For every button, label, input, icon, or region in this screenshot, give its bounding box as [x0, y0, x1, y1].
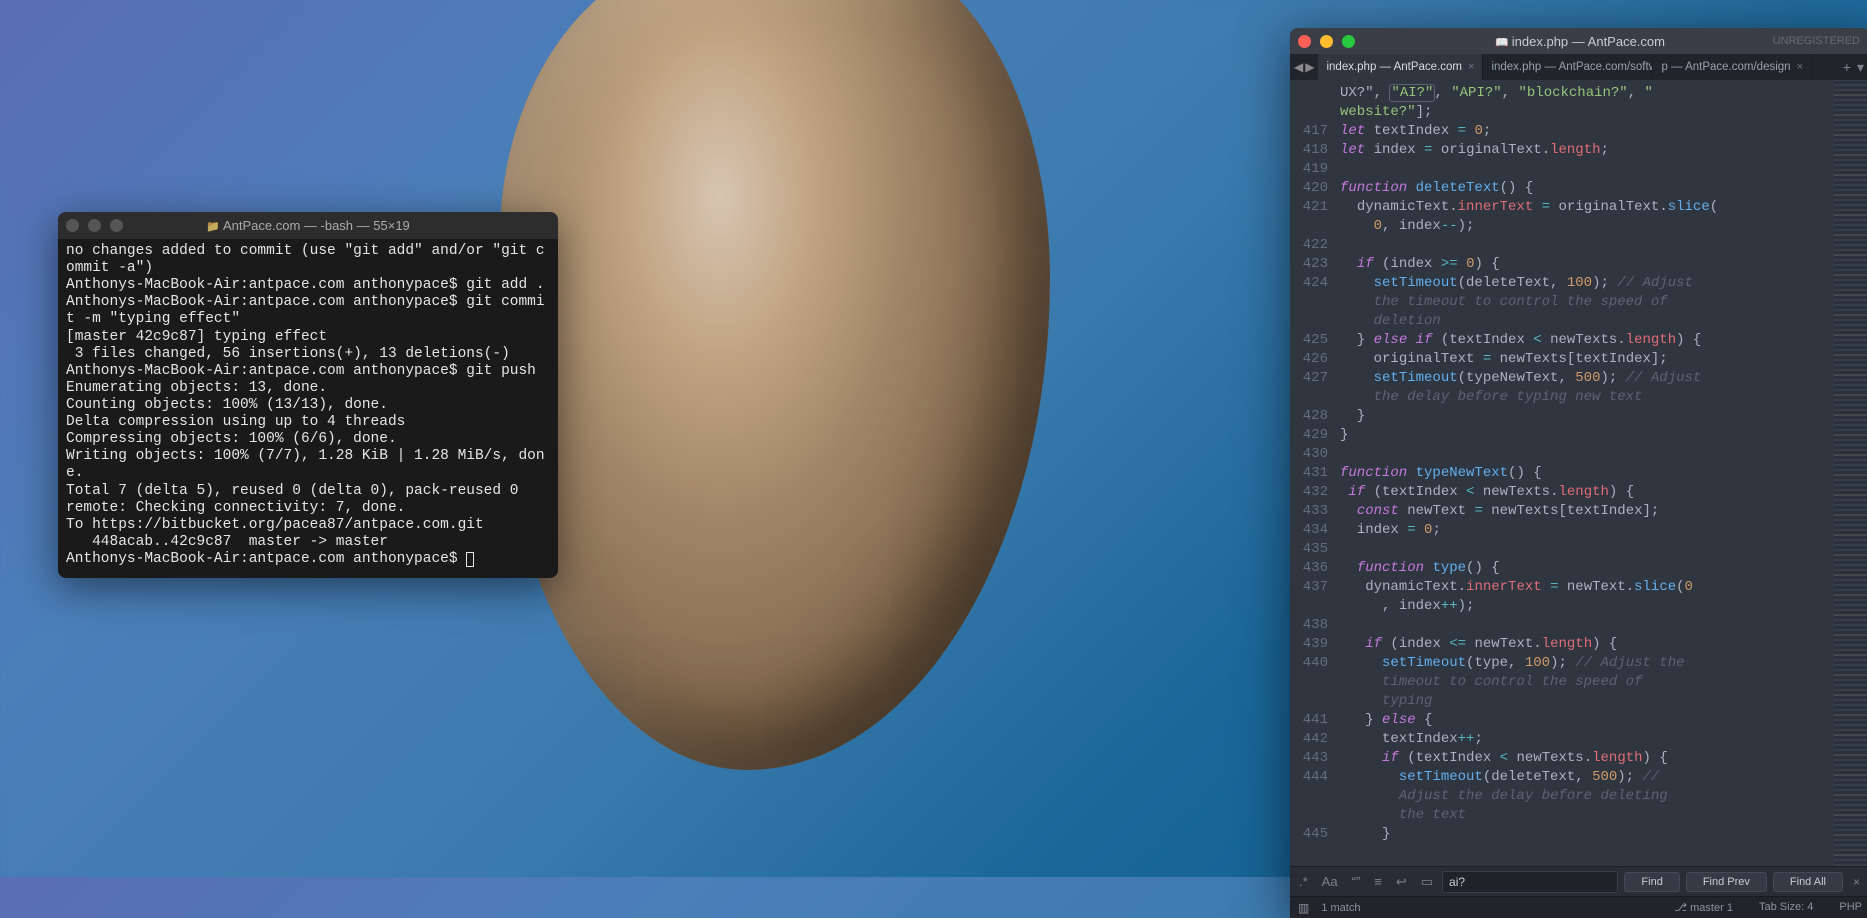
find-option[interactable]: ▭: [1418, 872, 1436, 892]
file-tab[interactable]: index.php — AntPace.com ×: [1318, 54, 1483, 80]
tab-label: p — AntPace.com/design: [1661, 61, 1790, 73]
maximize-icon[interactable]: [1342, 35, 1355, 48]
terminal-titlebar[interactable]: AntPace.com — -bash — 55×19: [58, 212, 558, 239]
find-options: .* Aa “” ≡ ↩ ▭: [1296, 872, 1436, 892]
find-option[interactable]: “”: [1349, 872, 1364, 892]
minimize-icon[interactable]: [88, 219, 101, 232]
tab-close-icon[interactable]: ×: [1468, 61, 1474, 73]
terminal-window[interactable]: AntPace.com — -bash — 55×19 no changes a…: [58, 212, 558, 578]
editor-window[interactable]: index.php — AntPace.com UNREGISTERED ◀ ▶…: [1290, 28, 1867, 918]
traffic-lights: [1298, 35, 1355, 48]
file-tab[interactable]: p — AntPace.com/design ×: [1653, 54, 1812, 80]
line-gutter: 4174184194204214224234244254264274284294…: [1290, 80, 1336, 866]
tab-close-icon[interactable]: ×: [1797, 61, 1803, 73]
tab-overflow-icon[interactable]: ▾: [1857, 59, 1864, 76]
find-button[interactable]: Find: [1624, 872, 1679, 892]
status-tab-size[interactable]: Tab Size: 4: [1759, 901, 1813, 914]
nav-forward-icon[interactable]: ▶: [1305, 60, 1314, 74]
terminal-body[interactable]: no changes added to commit (use "git add…: [58, 239, 558, 578]
find-input[interactable]: ai?: [1442, 871, 1618, 893]
find-option[interactable]: ↩: [1393, 872, 1410, 892]
find-bar: .*Aa“”≡↩▭ ai? Find Find Prev Find All ×: [1290, 866, 1867, 896]
find-option[interactable]: .*: [1296, 872, 1311, 892]
minimize-icon[interactable]: [1320, 35, 1333, 48]
unregistered-label: UNREGISTERED: [1773, 35, 1860, 47]
find-all-button[interactable]: Find All: [1773, 872, 1843, 892]
minimap[interactable]: [1834, 80, 1867, 866]
status-bar: ▥ 1 match ⎇ master 1 Tab Size: 4 PHP: [1290, 896, 1867, 918]
tab-strip: ◀ ▶ index.php — AntPace.com×index.php — …: [1290, 54, 1867, 80]
nav-back-icon[interactable]: ◀: [1294, 60, 1303, 74]
code-area: 4174184194204214224234244254264274284294…: [1290, 80, 1867, 866]
file-tab[interactable]: index.php — AntPace.com/software×: [1483, 54, 1653, 80]
close-icon[interactable]: [66, 219, 79, 232]
maximize-icon[interactable]: [110, 219, 123, 232]
add-tab-button[interactable]: +: [1843, 59, 1851, 75]
tab-label: index.php — AntPace.com/software: [1491, 61, 1653, 73]
close-icon[interactable]: [1298, 35, 1311, 48]
sidebar-toggle-icon[interactable]: ▥: [1298, 901, 1309, 915]
desktop-wallpaper-rock: [500, 0, 1050, 770]
nav-arrows: ◀ ▶: [1290, 54, 1318, 80]
terminal-title: AntPace.com — -bash — 55×19: [58, 218, 558, 233]
code-editor[interactable]: UX?", "AI?", "API?", "blockchain?", "web…: [1336, 80, 1834, 866]
tab-label: index.php — AntPace.com: [1326, 61, 1462, 73]
status-branch[interactable]: ⎇ master 1: [1674, 901, 1733, 914]
status-match: 1 match: [1321, 902, 1360, 914]
find-prev-button[interactable]: Find Prev: [1686, 872, 1767, 892]
editor-titlebar[interactable]: index.php — AntPace.com UNREGISTERED: [1290, 28, 1867, 54]
status-language[interactable]: PHP: [1839, 901, 1862, 914]
find-option[interactable]: ≡: [1371, 872, 1385, 892]
find-option[interactable]: Aa: [1319, 872, 1341, 892]
traffic-lights: [66, 219, 123, 232]
